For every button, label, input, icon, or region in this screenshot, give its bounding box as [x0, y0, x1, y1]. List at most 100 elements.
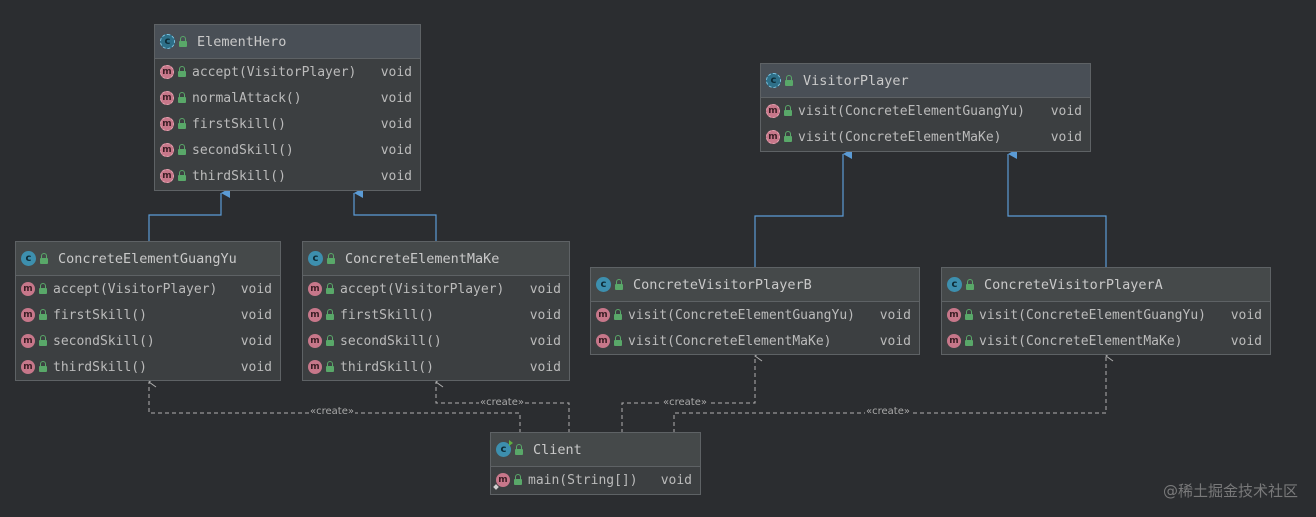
- class-box-concreteelementguangyu[interactable]: c ConcreteElementGuangYu m accept(Visitor…: [15, 241, 281, 381]
- method-icon: m: [308, 334, 322, 348]
- method-row[interactable]: m secondSkill() void: [155, 137, 420, 163]
- public-lock-icon: [614, 309, 622, 320]
- method-signature: normalAttack(): [192, 90, 302, 106]
- abstract-class-icon: c: [160, 34, 175, 49]
- method-row[interactable]: m thirdSkill() void: [303, 354, 569, 380]
- create-client-to-visitorb: [621, 350, 763, 433]
- public-lock-icon: [327, 252, 335, 264]
- method-return-type: void: [660, 472, 692, 488]
- method-icon: m: [947, 334, 961, 348]
- method-signature: visit(ConcreteElementMaKe): [628, 333, 832, 349]
- method-row[interactable]: m thirdSkill() void: [155, 163, 420, 189]
- class-box-concretevisitorplayerb[interactable]: c ConcreteVisitorPlayerB m visit(Concrete…: [590, 267, 920, 355]
- method-row[interactable]: m normalAttack() void: [155, 85, 420, 111]
- method-return-type: void: [529, 359, 561, 375]
- method-return-type: void: [380, 90, 412, 106]
- method-signature: thirdSkill(): [340, 359, 434, 375]
- method-signature: accept(VisitorPlayer): [340, 281, 505, 297]
- method-list: m main(String[]) void: [491, 467, 700, 493]
- method-signature: firstSkill(): [53, 307, 147, 323]
- method-row[interactable]: m accept(VisitorPlayer) void: [303, 276, 569, 302]
- method-row[interactable]: m visit(ConcreteElementMaKe) void: [942, 328, 1270, 354]
- method-row[interactable]: m secondSkill() void: [303, 328, 569, 354]
- class-box-concretevisitorplayera[interactable]: c ConcreteVisitorPlayerA m visit(Concrete…: [941, 267, 1271, 355]
- class-name: ConcreteVisitorPlayerA: [984, 276, 1163, 293]
- method-signature: secondSkill(): [53, 333, 155, 349]
- class-box-concreteelementmake[interactable]: c ConcreteElementMaKe m accept(VisitorPla…: [302, 241, 570, 381]
- abstract-method-icon: m: [160, 91, 174, 105]
- method-list: m accept(VisitorPlayer) void m normalAttack(…: [155, 59, 420, 189]
- method-row[interactable]: m firstSkill() void: [155, 111, 420, 137]
- class-header[interactable]: c ConcreteVisitorPlayerA: [942, 268, 1270, 302]
- method-icon: m: [21, 334, 35, 348]
- public-lock-icon: [326, 335, 334, 346]
- method-return-type: void: [240, 281, 272, 297]
- method-row[interactable]: m firstSkill() void: [303, 302, 569, 328]
- method-icon: m: [21, 282, 35, 296]
- abstract-method-icon: m: [160, 169, 174, 183]
- method-icon: m: [21, 308, 35, 322]
- method-row[interactable]: m accept(VisitorPlayer) void: [16, 276, 280, 302]
- method-row[interactable]: m thirdSkill() void: [16, 354, 280, 380]
- class-header[interactable]: c Client: [491, 433, 700, 467]
- method-icon: m: [21, 360, 35, 374]
- public-lock-icon: [39, 309, 47, 320]
- method-list: m visit(ConcreteElementGuangYu) void m visit…: [942, 302, 1270, 354]
- method-row[interactable]: m visit(ConcreteElementGuangYu) void: [942, 302, 1270, 328]
- class-box-visitorplayer[interactable]: c VisitorPlayer m visit(ConcreteElementGu…: [760, 63, 1091, 152]
- method-row[interactable]: m main(String[]) void: [491, 467, 700, 493]
- class-header[interactable]: c ConcreteElementGuangYu: [16, 242, 280, 276]
- class-name: ConcreteElementMaKe: [345, 250, 500, 267]
- method-return-type: void: [1050, 129, 1082, 145]
- method-icon: m: [308, 282, 322, 296]
- class-header[interactable]: c ConcreteVisitorPlayerB: [591, 268, 919, 302]
- public-lock-icon: [178, 118, 186, 129]
- method-return-type: void: [879, 333, 911, 349]
- method-return-type: void: [529, 333, 561, 349]
- inherit-visitora-to-visitorplayer: [1007, 149, 1107, 268]
- method-row[interactable]: m visit(ConcreteElementMaKe) void: [761, 124, 1090, 150]
- class-name: ConcreteVisitorPlayerB: [633, 276, 812, 293]
- method-return-type: void: [1230, 333, 1262, 349]
- create-client-to-visitora: [673, 350, 1114, 433]
- method-signature: visit(ConcreteElementGuangYu): [628, 307, 855, 323]
- class-box-client[interactable]: c Client m main(String[]) void: [490, 432, 701, 495]
- class-name: VisitorPlayer: [803, 72, 909, 89]
- abstract-method-icon: m: [766, 130, 780, 144]
- method-return-type: void: [879, 307, 911, 323]
- class-box-elementhero[interactable]: c ElementHero m accept(VisitorPlayer) void…: [154, 24, 421, 191]
- public-lock-icon: [785, 74, 793, 86]
- create-label-visitorb: «create»: [662, 397, 708, 408]
- watermark: @稀土掘金技术社区: [1162, 482, 1298, 500]
- method-row[interactable]: m secondSkill() void: [16, 328, 280, 354]
- method-row[interactable]: m visit(ConcreteElementMaKe) void: [591, 328, 919, 354]
- method-return-type: void: [380, 142, 412, 158]
- method-row[interactable]: m visit(ConcreteElementGuangYu) void: [761, 98, 1090, 124]
- method-return-type: void: [529, 281, 561, 297]
- public-lock-icon: [784, 105, 792, 116]
- create-label-visitora: «create»: [865, 406, 911, 417]
- create-label-guangyu: «create»: [309, 406, 355, 417]
- public-lock-icon: [178, 92, 186, 103]
- class-header[interactable]: c VisitorPlayer: [761, 64, 1090, 98]
- method-row[interactable]: m visit(ConcreteElementGuangYu) void: [591, 302, 919, 328]
- public-lock-icon: [179, 35, 187, 47]
- class-header[interactable]: c ConcreteElementMaKe: [303, 242, 569, 276]
- inherit-make-to-elementhero: [353, 188, 437, 242]
- method-signature: visit(ConcreteElementGuangYu): [979, 307, 1206, 323]
- public-lock-icon: [965, 309, 973, 320]
- public-lock-icon: [39, 283, 47, 294]
- method-row[interactable]: m firstSkill() void: [16, 302, 280, 328]
- public-lock-icon: [39, 361, 47, 372]
- method-return-type: void: [240, 359, 272, 375]
- class-icon: c: [308, 251, 323, 266]
- public-lock-icon: [965, 335, 973, 346]
- method-icon: m: [947, 308, 961, 322]
- method-signature: visit(ConcreteElementGuangYu): [798, 103, 1025, 119]
- class-header[interactable]: c ElementHero: [155, 25, 420, 59]
- abstract-method-icon: m: [766, 104, 780, 118]
- method-row[interactable]: m accept(VisitorPlayer) void: [155, 59, 420, 85]
- public-lock-icon: [515, 443, 523, 455]
- method-icon: m: [596, 334, 610, 348]
- method-signature: accept(VisitorPlayer): [53, 281, 218, 297]
